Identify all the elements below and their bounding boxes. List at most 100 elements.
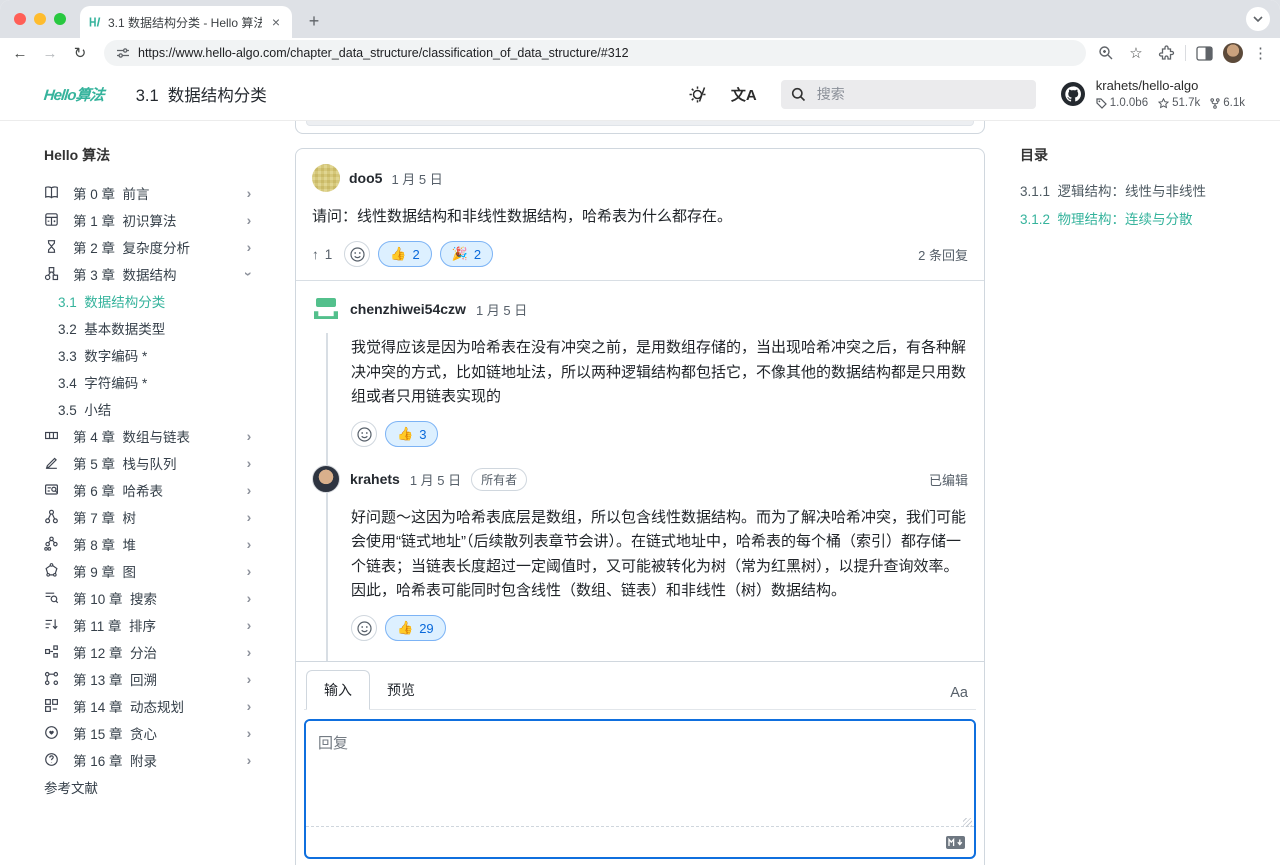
chevron-right-icon[interactable]: ›	[244, 725, 254, 741]
sidebar-item-chapter-15[interactable]: 第 15 章 贪心 ›	[44, 719, 254, 746]
back-button[interactable]: ←	[8, 45, 32, 62]
side-panel-icon[interactable]	[1196, 46, 1213, 61]
chevron-down-icon[interactable]: ›	[241, 269, 257, 279]
chevron-right-icon[interactable]: ›	[244, 671, 254, 687]
github-repo-link[interactable]: krahets/hello-algo 1.0.0b6 51.7k 6.1k	[1060, 76, 1245, 113]
language-switch-icon[interactable]: 文A	[731, 84, 757, 105]
resize-handle[interactable]	[963, 818, 972, 827]
chevron-right-icon[interactable]: ›	[244, 212, 254, 228]
sidebar-item-3-5[interactable]: 3.5 小结	[58, 395, 254, 422]
repo-name[interactable]: krahets/hello-algo	[1096, 76, 1245, 96]
minimize-window-button[interactable]	[34, 13, 46, 25]
tab-preview[interactable]: 预览	[370, 671, 432, 709]
sidebar-item-chapter-10[interactable]: 第 10 章 搜索 ›	[44, 584, 254, 611]
chevron-right-icon[interactable]: ›	[244, 482, 254, 498]
up-arrow-icon: ↑	[312, 247, 319, 262]
toc-item-3-1-1[interactable]: 3.1.1 逻辑结构：线性与非线性	[1020, 178, 1280, 206]
sidebar-item-chapter-8[interactable]: 第 8 章 堆 ›	[44, 530, 254, 557]
add-reaction-button[interactable]	[351, 615, 377, 641]
replies-list: chenzhiwei54czw 1 月 5 日 我觉得应该是因为哈希表在没有冲突…	[296, 281, 984, 661]
new-tab-button[interactable]: +	[302, 11, 326, 32]
url-text[interactable]: https://www.hello-algo.com/chapter_data_…	[138, 46, 629, 60]
tab-write[interactable]: 输入	[306, 670, 370, 710]
sidebar-item-3-2[interactable]: 3.2 基本数据类型	[58, 314, 254, 341]
smiley-icon	[357, 621, 372, 636]
address-bar[interactable]: https://www.hello-algo.com/chapter_data_…	[104, 40, 1086, 66]
text-format-icon[interactable]: Aa	[950, 685, 976, 709]
sidebar-item-3-1[interactable]: 3.1 数据结构分类	[58, 287, 254, 314]
avatar[interactable]	[312, 164, 340, 192]
sidebar-item-chapter-6[interactable]: 第 6 章 哈希表 ›	[44, 476, 254, 503]
reply-author[interactable]: chenzhiwei54czw	[350, 301, 466, 317]
browser-menu-icon[interactable]: ⋮	[1253, 44, 1268, 62]
avatar[interactable]	[312, 295, 340, 323]
upvote-button[interactable]: ↑ 1	[312, 247, 332, 262]
reaction-thumbs-up[interactable]: 👍 29	[385, 615, 446, 641]
browser-tab[interactable]: 3.1 数据结构分类 - Hello 算法 ×	[80, 6, 292, 38]
comment-date[interactable]: 1 月 5 日	[391, 169, 442, 188]
sidebar-item-chapter-12[interactable]: 第 12 章 分治 ›	[44, 638, 254, 665]
sidebar-item-chapter-7[interactable]: 第 7 章 树 ›	[44, 503, 254, 530]
reaction-thumbs-up[interactable]: 👍 2	[378, 241, 431, 267]
theme-toggle-icon[interactable]	[688, 85, 707, 104]
sidebar-item-chapter-11[interactable]: 第 11 章 排序 ›	[44, 611, 254, 638]
add-reaction-button[interactable]	[351, 421, 377, 447]
search-box[interactable]	[781, 80, 1036, 109]
chevron-right-icon[interactable]: ›	[244, 617, 254, 633]
chevron-right-icon[interactable]: ›	[244, 563, 254, 579]
reply-date[interactable]: 1 月 5 日	[476, 300, 527, 319]
site-settings-icon[interactable]	[116, 47, 130, 59]
chevron-right-icon[interactable]: ›	[244, 239, 254, 255]
sidebar-item-chapter-14[interactable]: 第 14 章 动态规划 ›	[44, 692, 254, 719]
zoom-window-button[interactable]	[54, 13, 66, 25]
chevron-right-icon[interactable]: ›	[244, 455, 254, 471]
sidebar-item-references[interactable]: 参考文献	[44, 773, 254, 800]
reaction-thumbs-up[interactable]: 👍 3	[385, 421, 438, 447]
sidebar-item-chapter-0[interactable]: 第 0 章 前言 ›	[44, 179, 254, 206]
bookmark-star-icon[interactable]: ☆	[1124, 44, 1148, 62]
search-input[interactable]	[815, 85, 995, 103]
reply-textarea[interactable]	[306, 721, 974, 827]
sidebar-item-chapter-13[interactable]: 第 13 章 回溯 ›	[44, 665, 254, 692]
reaction-party[interactable]: 🎉 2	[440, 241, 493, 267]
chevron-right-icon[interactable]: ›	[244, 698, 254, 714]
avatar[interactable]	[312, 465, 340, 493]
sidebar-item-chapter-4[interactable]: 第 4 章 数组与链表 ›	[44, 422, 254, 449]
page-title: 3.1 数据结构分类	[136, 82, 267, 106]
smiley-icon	[350, 247, 365, 262]
comment-author[interactable]: doo5	[349, 170, 382, 186]
reload-button[interactable]: ↻	[68, 44, 92, 62]
sidebar-item-chapter-5[interactable]: 第 5 章 栈与队列 ›	[44, 449, 254, 476]
markdown-icon	[946, 836, 965, 849]
sidebar-item-3-3[interactable]: 3.3 数字编码 *	[58, 341, 254, 368]
sidebar-item-3-4[interactable]: 3.4 字符编码 *	[58, 368, 254, 395]
site-logo[interactable]: Hello算法	[43, 84, 105, 105]
extensions-icon[interactable]	[1158, 45, 1175, 62]
editor-tabs: 输入 预览 Aa	[304, 670, 976, 710]
tab-search-button[interactable]	[1246, 7, 1270, 31]
reply-author[interactable]: krahets	[350, 471, 400, 487]
tab-close-icon[interactable]: ×	[268, 14, 284, 30]
chevron-right-icon[interactable]: ›	[244, 752, 254, 768]
chapter-3-subsections: 3.1 数据结构分类 3.2 基本数据类型 3.3 数字编码 * 3.4 字符编…	[44, 287, 295, 422]
chevron-right-icon[interactable]: ›	[244, 185, 254, 201]
chevron-right-icon[interactable]: ›	[244, 590, 254, 606]
add-reaction-button[interactable]	[344, 241, 370, 267]
chevron-right-icon[interactable]: ›	[244, 509, 254, 525]
chevron-right-icon[interactable]: ›	[244, 536, 254, 552]
chevron-right-icon[interactable]: ›	[244, 428, 254, 444]
reply-date[interactable]: 1 月 5 日	[410, 470, 461, 489]
zoom-icon[interactable]	[1098, 45, 1114, 61]
close-window-button[interactable]	[14, 13, 26, 25]
toc-item-3-1-2[interactable]: 3.1.2 物理结构：连续与分散	[1020, 206, 1280, 234]
sidebar-item-chapter-16[interactable]: 第 16 章 附录 ›	[44, 746, 254, 773]
reply-chenzhiwei: chenzhiwei54czw 1 月 5 日 我觉得应该是因为哈希表在没有冲突…	[312, 295, 968, 447]
profile-avatar[interactable]	[1223, 43, 1243, 63]
hourglass-icon	[44, 239, 60, 255]
forward-button[interactable]: →	[38, 45, 62, 62]
sidebar-item-chapter-2[interactable]: 第 2 章 复杂度分析 ›	[44, 233, 254, 260]
chevron-right-icon[interactable]: ›	[244, 644, 254, 660]
sidebar-item-chapter-1[interactable]: 第 1 章 初识算法 ›	[44, 206, 254, 233]
sidebar-item-chapter-3[interactable]: 第 3 章 数据结构 ›	[44, 260, 254, 287]
sidebar-item-chapter-9[interactable]: 第 9 章 图 ›	[44, 557, 254, 584]
